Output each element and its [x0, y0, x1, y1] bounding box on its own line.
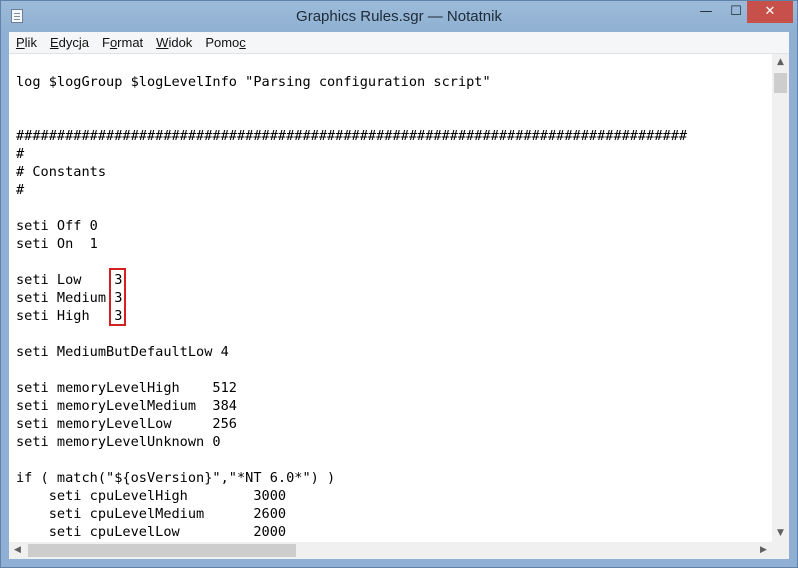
text-line: seti cpuLevelHigh 3000	[16, 488, 287, 504]
value-highlight-box	[109, 268, 126, 326]
menu-item-format[interactable]: Format	[95, 33, 149, 54]
menu-item-view[interactable]: Widok	[149, 33, 198, 54]
text-line: seti memoryLevelMedium 384	[16, 398, 237, 414]
title-bar[interactable]: Graphics Rules.sgr — Notatnik — ☐ ✕	[1, 1, 797, 32]
text-line: seti MediumButDefaultLow 4	[16, 344, 229, 360]
text-line: # Constants	[16, 164, 107, 180]
close-button[interactable]: ✕	[747, 1, 793, 23]
window-title: Graphics Rules.sgr — Notatnik	[296, 8, 502, 25]
text-editor[interactable]: log $logGroup $logLevelInfo "Parsing con…	[9, 54, 772, 542]
vertical-scrollbar[interactable]: ▲ ▼	[772, 54, 789, 542]
menu-bar: Plik Edycja Format Widok Pomoc	[9, 32, 789, 54]
text-line: log $logGroup $logLevelInfo "Parsing con…	[16, 74, 491, 90]
menu-item-help[interactable]: Pomoc	[198, 33, 251, 54]
scroll-up-icon[interactable]: ▲	[772, 54, 789, 71]
text-line: seti High 3	[16, 308, 123, 324]
menu-item-edit[interactable]: Edycja	[43, 33, 95, 54]
editor-area: log $logGroup $logLevelInfo "Parsing con…	[9, 54, 789, 559]
minimize-button[interactable]: —	[691, 1, 721, 23]
text-line: seti Medium 3	[16, 290, 123, 306]
text-line: seti memoryLevelHigh 512	[16, 380, 237, 396]
text-line: ########################################…	[16, 128, 688, 144]
scroll-left-icon[interactable]: ◀	[9, 542, 26, 559]
text-line: #	[16, 146, 25, 162]
text-line: if ( match("${osVersion}","*NT 6.0*") )	[16, 470, 336, 486]
text-line: seti memoryLevelLow 256	[16, 416, 237, 432]
text-line: seti Off 0	[16, 218, 98, 234]
scroll-right-icon[interactable]: ▶	[755, 542, 772, 559]
menu-item-file[interactable]: Plik	[9, 33, 43, 54]
text-line: seti cpuLevelLow 2000	[16, 524, 287, 540]
text-line: #	[16, 182, 25, 198]
text-line: seti Low 3	[16, 272, 123, 288]
text-line: seti memoryLevelUnknown 0	[16, 434, 221, 450]
size-grip[interactable]	[772, 542, 789, 559]
horizontal-scroll-thumb[interactable]	[28, 544, 296, 557]
text-line: seti On 1	[16, 236, 98, 252]
text-line: seti cpuLevelMedium 2600	[16, 506, 287, 522]
vertical-scroll-thumb[interactable]	[774, 73, 787, 93]
horizontal-scrollbar[interactable]: ◀ ▶	[9, 542, 772, 559]
scroll-down-icon[interactable]: ▼	[772, 525, 789, 542]
notepad-window: Graphics Rules.sgr — Notatnik — ☐ ✕ Plik…	[0, 0, 798, 568]
